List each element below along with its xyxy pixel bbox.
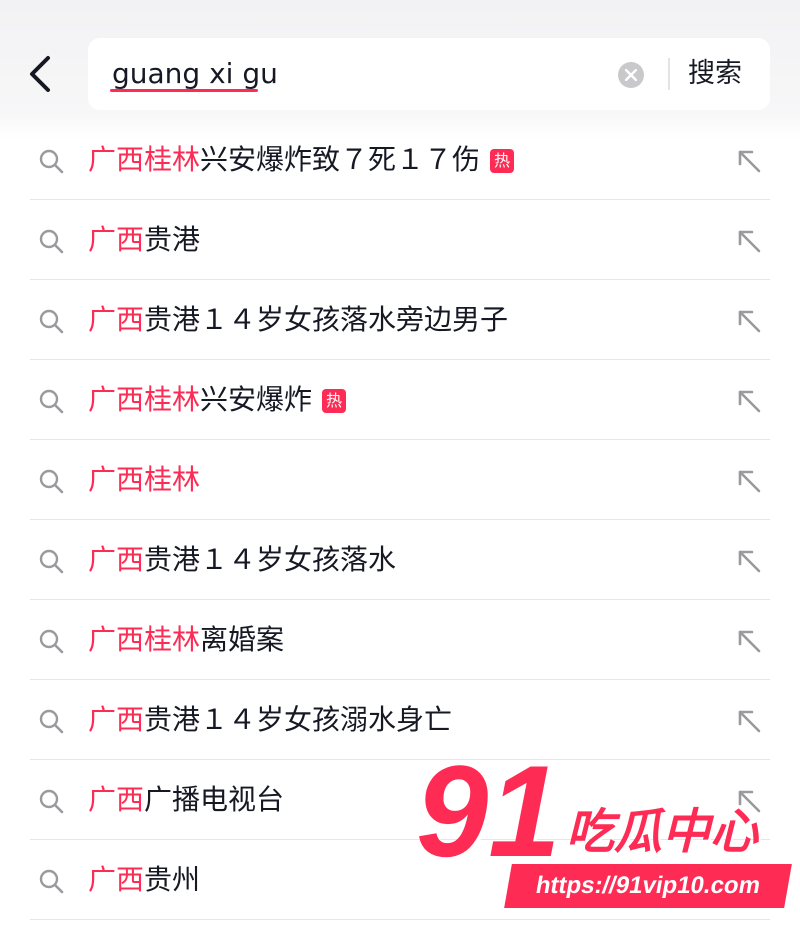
search-icon [38, 868, 64, 898]
suggestion-rest: 贵港１４岁女孩溺水身亡 [144, 703, 453, 736]
suggestion-text: 广西桂林 [88, 460, 200, 500]
suggestion-text: 广西广播电视台 [88, 780, 284, 820]
search-header: guang xi gu 搜索 [0, 0, 800, 140]
suggestion-item[interactable]: 广西贵港 [0, 200, 800, 280]
search-button[interactable]: 搜索 [688, 56, 742, 92]
hot-badge: 热 [490, 149, 515, 173]
watermark-url: https://91vip10.com [504, 864, 792, 908]
suggestion-rest: 贵港１４岁女孩落水旁边男子 [144, 303, 509, 336]
search-icon [38, 468, 64, 498]
suggestion-item[interactable]: 广西贵港１４岁女孩落水旁边男子 [0, 280, 800, 360]
suggestion-rest: 贵港 [144, 223, 201, 256]
search-icon [38, 308, 64, 338]
arrow-up-left-icon[interactable] [736, 388, 762, 418]
suggestion-item[interactable]: 广西桂林离婚案 [0, 600, 800, 680]
suggestion-text: 广西桂林离婚案 [88, 620, 284, 660]
suggestion-text: 广西桂林兴安爆炸热 [88, 380, 347, 420]
watermark-logo: 91 吃瓜中心 https://91vip10.com [408, 746, 800, 927]
suggestion-text: 广西贵港１４岁女孩落水 [88, 540, 396, 580]
search-icon [38, 148, 64, 178]
search-icon [38, 788, 64, 818]
arrow-up-left-icon[interactable] [736, 468, 762, 498]
suggestion-match: 广西桂林 [88, 623, 201, 656]
suggestion-match: 广西桂林 [88, 383, 201, 416]
suggestion-item[interactable]: 广西桂林兴安爆炸致７死１７伤热 [0, 120, 800, 200]
suggestion-rest: 兴安爆炸 [200, 383, 313, 416]
arrow-up-left-icon[interactable] [736, 628, 762, 658]
search-icon [38, 228, 64, 258]
search-icon [38, 628, 64, 658]
suggestion-text: 广西贵港 [88, 220, 200, 260]
search-box[interactable]: guang xi gu 搜索 [88, 38, 770, 110]
composition-underline [110, 89, 258, 92]
suggestion-text: 广西贵港１４岁女孩落水旁边男子 [88, 300, 508, 340]
suggestion-rest: 离婚案 [200, 623, 285, 656]
suggestion-match: 广西 [88, 863, 145, 896]
suggestion-item[interactable]: 广西桂林 [0, 440, 800, 520]
watermark-name: 吃瓜中心 [566, 804, 759, 860]
watermark-number: 91 [416, 738, 561, 884]
suggestion-rest: 广播电视台 [144, 783, 285, 816]
hot-badge: 热 [322, 389, 347, 413]
suggestion-match: 广西 [88, 543, 145, 576]
search-icon [38, 708, 64, 738]
search-icon [38, 388, 64, 418]
arrow-up-left-icon[interactable] [736, 548, 762, 578]
suggestion-item[interactable]: 广西贵港１４岁女孩落水 [0, 520, 800, 600]
suggestion-text: 广西桂林兴安爆炸致７死１７伤热 [88, 140, 515, 180]
suggestion-item[interactable]: 广西贵港１４岁女孩溺水身亡 [0, 680, 800, 760]
suggestion-match: 广西 [88, 703, 145, 736]
search-icon [38, 548, 64, 578]
arrow-up-left-icon[interactable] [736, 308, 762, 338]
suggestion-match: 广西 [88, 303, 145, 336]
suggestion-match: 广西桂林 [88, 143, 201, 176]
divider [668, 58, 670, 90]
suggestion-rest: 贵港１４岁女孩落水 [144, 543, 397, 576]
suggestion-text: 广西贵港１４岁女孩溺水身亡 [88, 700, 452, 740]
suggestion-match: 广西 [88, 783, 145, 816]
suggestion-match: 广西 [88, 223, 145, 256]
suggestion-rest: 贵州 [144, 863, 201, 896]
suggestion-rest: 兴安爆炸致７死１７伤 [200, 143, 481, 176]
back-button[interactable] [24, 52, 60, 96]
suggestion-item[interactable]: 广西桂林兴安爆炸热 [0, 360, 800, 440]
chevron-left-icon [30, 56, 50, 92]
clear-button[interactable] [618, 62, 644, 88]
clear-circle-icon [625, 69, 637, 81]
search-input[interactable]: guang xi gu [112, 56, 278, 92]
suggestion-text: 广西贵州 [88, 860, 200, 900]
suggestion-match: 广西桂林 [88, 463, 201, 496]
arrow-up-left-icon[interactable] [736, 708, 762, 738]
arrow-up-left-icon[interactable] [736, 228, 762, 258]
arrow-up-left-icon[interactable] [736, 148, 762, 178]
